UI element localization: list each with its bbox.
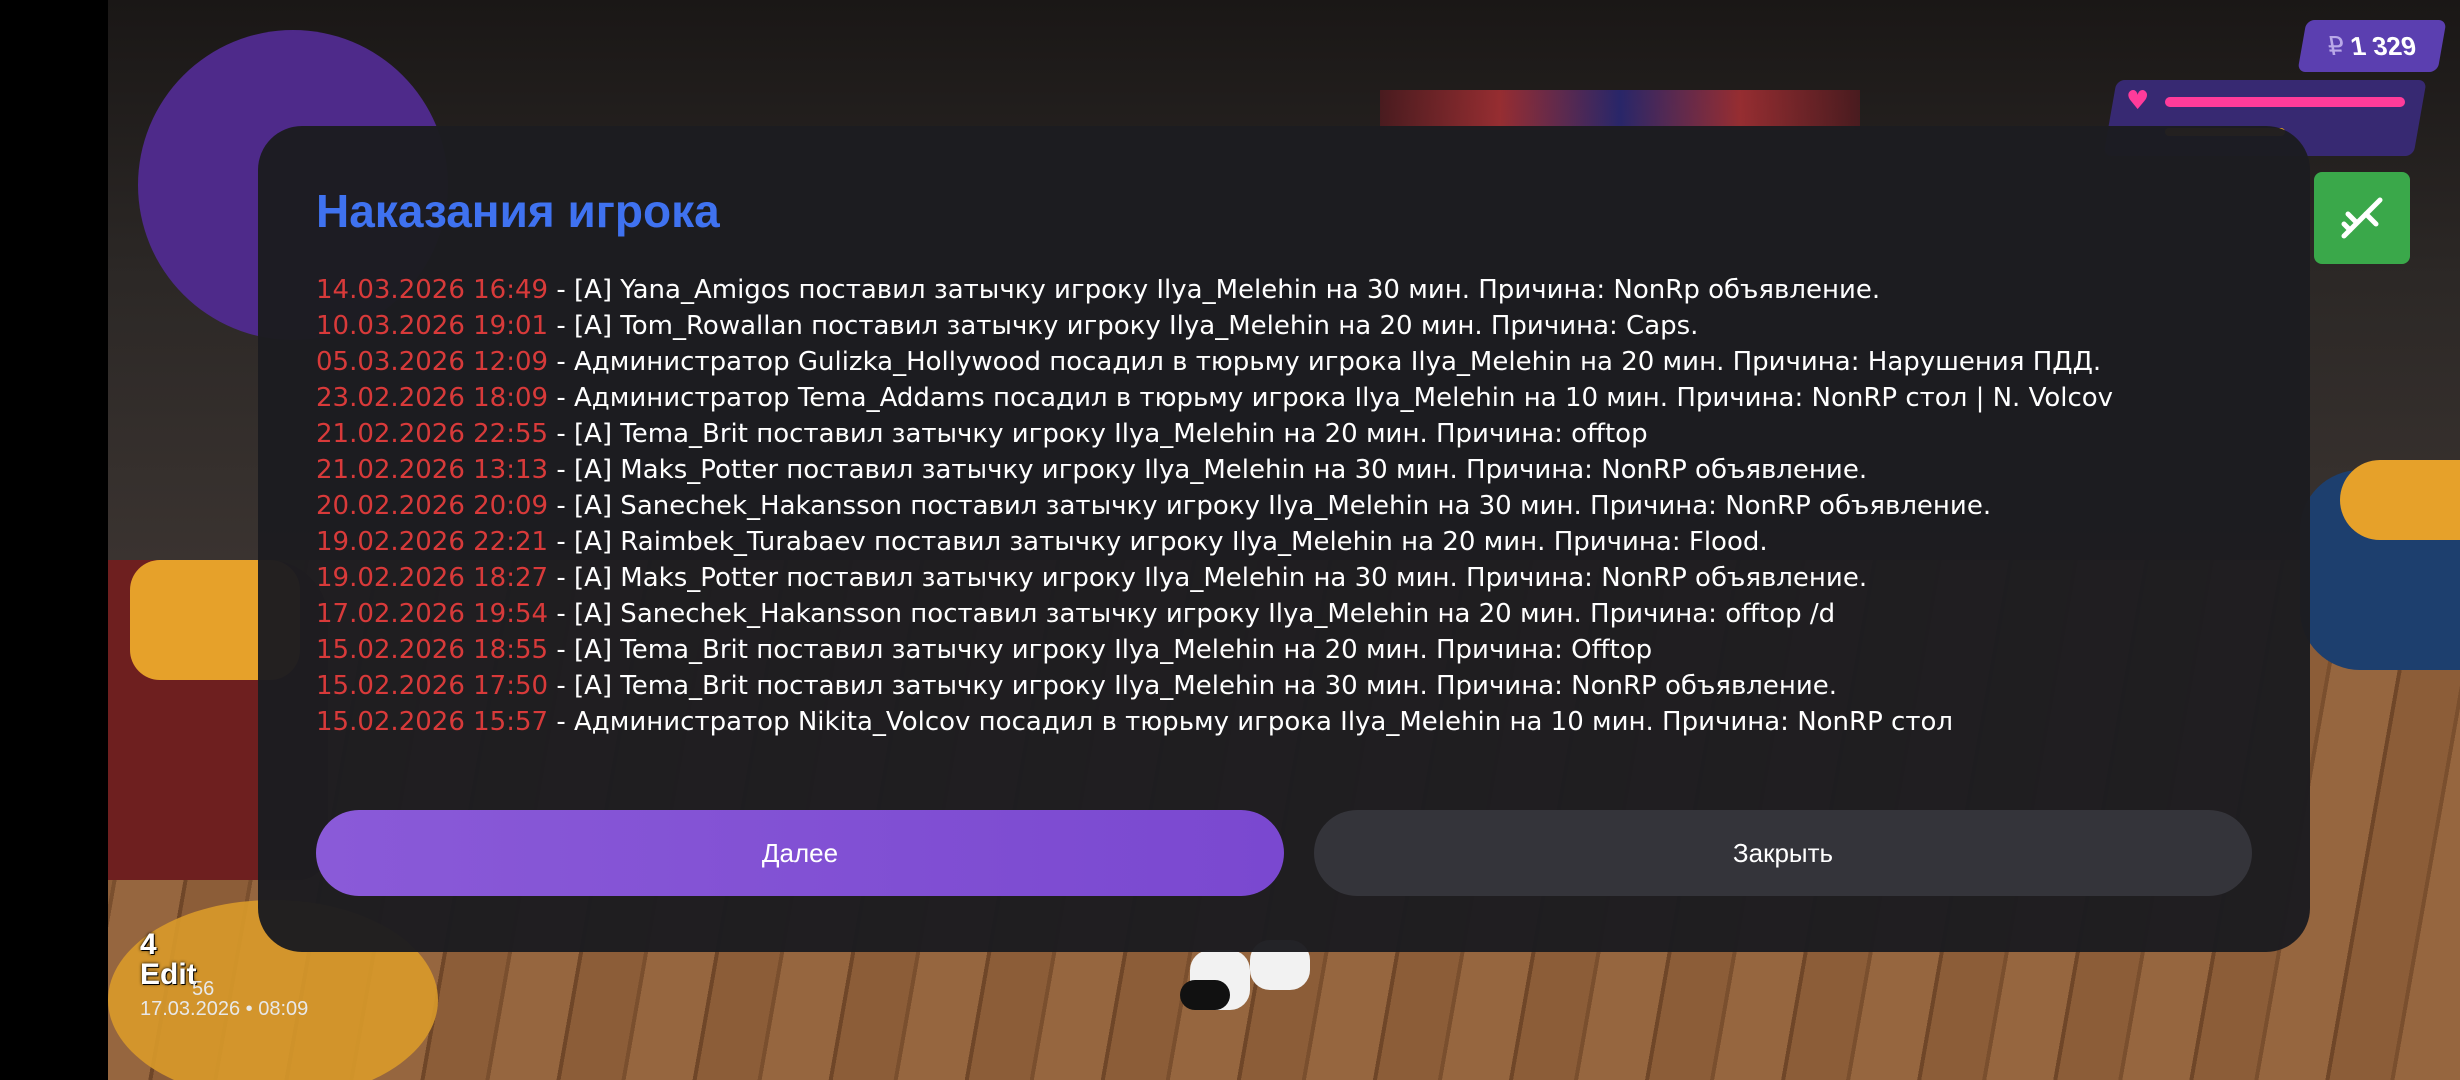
- entry-date: 23.02.2026 18:09: [316, 383, 549, 413]
- entry-date: 17.02.2026 19:54: [316, 599, 549, 629]
- ceiling-lights: [1380, 90, 1860, 130]
- punishment-entry: 20.02.2026 20:09 - [A] Sanechek_Hakansso…: [316, 488, 2276, 524]
- entry-date: 21.02.2026 22:55: [316, 419, 549, 449]
- entry-text: - [A] Tom_Rowallan поставил затычку игро…: [548, 311, 1699, 341]
- entry-date: 15.02.2026 15:57: [316, 707, 549, 737]
- entry-text: - [A] Tema_Brit поставил затычку игроку …: [548, 419, 1648, 449]
- punishment-entry: 10.03.2026 19:01 - [A] Tom_Rowallan пост…: [316, 308, 2276, 344]
- entry-date: 19.02.2026 18:27: [316, 563, 549, 593]
- heart-icon: ♥: [2126, 86, 2150, 116]
- close-button-label: Закрыть: [1732, 837, 1834, 868]
- next-button-label: Далее: [761, 837, 839, 868]
- entry-date: 14.03.2026 16:49: [316, 275, 549, 305]
- entry-text: - [A] Maks_Potter поставил затычку игрок…: [548, 455, 1868, 485]
- health-bar-fill: [2165, 97, 2405, 107]
- entry-date: 10.03.2026 19:01: [316, 311, 549, 341]
- punishment-entry: 23.02.2026 18:09 - Администратор Tema_Ad…: [316, 380, 2276, 416]
- punishment-entry: 15.02.2026 18:55 - [A] Tema_Brit постави…: [316, 632, 2276, 668]
- edit-label[interactable]: Edit: [140, 958, 440, 992]
- hud-small-time: 56: [192, 978, 215, 1000]
- hud-datetime: 17.03.2026 • 08:09: [140, 998, 309, 1020]
- entry-text: - Администратор Nikita_Volcov посадил в …: [548, 707, 1954, 737]
- punishment-entry: 21.02.2026 22:55 - [A] Tema_Brit постави…: [316, 416, 2276, 452]
- punishment-entry: 17.02.2026 19:54 - [A] Sanechek_Hakansso…: [316, 596, 2276, 632]
- punishment-entry: 19.02.2026 18:27 - [A] Maks_Potter поста…: [316, 560, 2276, 596]
- punishments-dialog: Наказания игрока 14.03.2026 16:49 - [A] …: [258, 126, 2310, 952]
- entry-text: - [A] Sanechek_Hakansson поставил затычк…: [548, 599, 1836, 629]
- punishment-entry: 15.02.2026 17:50 - [A] Tema_Brit постави…: [316, 668, 2276, 704]
- entry-text: - [A] Yana_Amigos поставил затычку игрок…: [548, 275, 1881, 305]
- close-button[interactable]: Закрыть: [1314, 810, 2252, 896]
- money-amount: 1 329: [2348, 30, 2419, 61]
- punishment-entry: 05.03.2026 12:09 - Администратор Gulizka…: [316, 344, 2276, 380]
- player-feet: [1180, 940, 1330, 1020]
- entry-text: - [A] Tema_Brit поставил затычку игроку …: [548, 635, 1653, 665]
- entry-text: - [A] Sanechek_Hakansson поставил затычк…: [548, 491, 1992, 521]
- entry-date: 19.02.2026 22:21: [316, 527, 549, 557]
- entry-text: - [A] Maks_Potter поставил затычку игрок…: [548, 563, 1868, 593]
- entry-text: - [A] Raimbek_Turabaev поставил затычку …: [548, 527, 1768, 557]
- entry-date: 15.02.2026 18:55: [316, 635, 549, 665]
- armchair-cushion: [2340, 460, 2460, 540]
- entry-date: 05.03.2026 12:09: [316, 347, 549, 377]
- punishment-entry: 19.02.2026 22:21 - [A] Raimbek_Turabaev …: [316, 524, 2276, 560]
- punishment-entry: 21.02.2026 13:13 - [A] Maks_Potter поста…: [316, 452, 2276, 488]
- entry-text: - Администратор Gulizka_Hollywood посади…: [548, 347, 2102, 377]
- weapon-button[interactable]: [2314, 172, 2410, 264]
- game-scene: ₽1 329 ♥ 4 Edit 56 17.03.2026 • 08:09 На…: [0, 0, 2460, 1080]
- money-display: ₽1 329: [2297, 20, 2447, 72]
- entry-date: 21.02.2026 13:13: [316, 455, 549, 485]
- next-button[interactable]: Далее: [316, 810, 1284, 896]
- punishment-entry: 15.02.2026 15:57 - Администратор Nikita_…: [316, 704, 2276, 740]
- dialog-title: Наказания игрока: [316, 185, 720, 237]
- entry-text: - Администратор Tema_Addams посадил в тю…: [548, 383, 2114, 413]
- screen-edge-bar: [0, 0, 108, 1080]
- entry-date: 15.02.2026 17:50: [316, 671, 549, 701]
- punishment-list: 14.03.2026 16:49 - [A] Yana_Amigos поста…: [316, 272, 2276, 740]
- punishment-entry: 14.03.2026 16:49 - [A] Yana_Amigos поста…: [316, 272, 2276, 308]
- rifle-icon: [2341, 197, 2383, 239]
- entry-text: - [A] Tema_Brit поставил затычку игроку …: [548, 671, 1838, 701]
- entry-date: 20.02.2026 20:09: [316, 491, 549, 521]
- ruble-icon: ₽: [2325, 30, 2348, 61]
